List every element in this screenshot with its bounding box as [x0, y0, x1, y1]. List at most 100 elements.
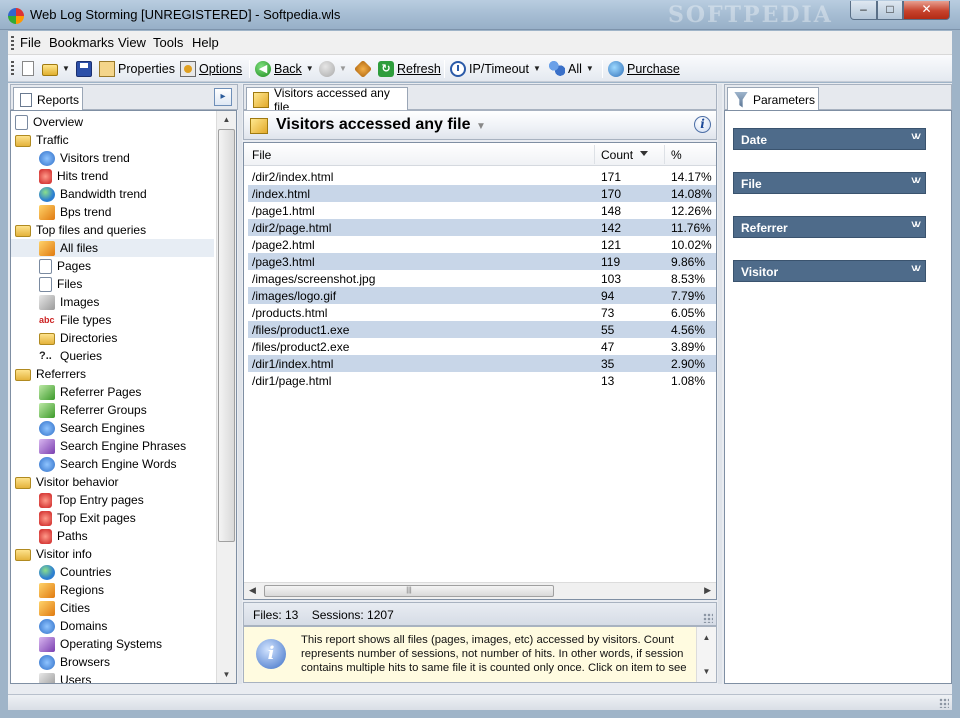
table-row[interactable]: /page1.html 148 12.26% — [248, 202, 716, 219]
tree-item-visitor-behavior[interactable]: Visitor behavior — [11, 473, 214, 491]
table-row[interactable]: /index.html 170 14.08% — [248, 185, 716, 202]
table-row[interactable]: /dir1/page.html 13 1.08% — [248, 372, 716, 389]
home-button[interactable] — [353, 59, 373, 78]
tree-item-search-engine-words[interactable]: Search Engine Words — [11, 455, 214, 473]
resize-grip-icon[interactable] — [703, 613, 713, 623]
collapse-panel-button[interactable]: ▸ — [214, 88, 232, 106]
menu-file[interactable]: File — [20, 35, 41, 50]
tree-item-referrers[interactable]: Referrers — [11, 365, 214, 383]
options-button[interactable]: Options — [180, 59, 242, 78]
tab-parameters[interactable]: Parameters — [727, 87, 819, 111]
help-scrollbar[interactable]: ▲ ▼ — [696, 627, 716, 682]
tree-item-all-files[interactable]: All files — [11, 239, 214, 257]
close-button[interactable]: ✕ — [903, 1, 950, 20]
table-row[interactable]: /products.html 73 6.05% — [248, 304, 716, 321]
expand-chevron-icon[interactable]: ˅˅ — [911, 263, 921, 275]
scroll-down-icon[interactable]: ▼ — [217, 666, 236, 683]
tree-item-pages[interactable]: Pages — [11, 257, 214, 275]
tree-item-bps-trend[interactable]: Bps trend — [11, 203, 214, 221]
scroll-left-icon[interactable]: ◀ — [249, 585, 256, 596]
tree-item-paths[interactable]: Paths — [11, 527, 214, 545]
tree-item-queries[interactable]: ?.. Queries — [11, 347, 214, 365]
tree-item-top-files-and-queries[interactable]: Top files and queries — [11, 221, 214, 239]
menu-view[interactable]: View — [118, 35, 146, 50]
right-splitter[interactable] — [718, 84, 722, 684]
purchase-button[interactable]: Purchase — [608, 59, 680, 78]
tree-item-top-exit-pages[interactable]: Top Exit pages — [11, 509, 214, 527]
tree-item-directories[interactable]: Directories — [11, 329, 214, 347]
table-row[interactable]: /dir2/page.html 142 11.76% — [248, 219, 716, 236]
table-row[interactable]: /images/logo.gif 94 7.79% — [248, 287, 716, 304]
all-filter-button[interactable]: All ▼ — [549, 59, 594, 78]
column-count[interactable]: Count — [601, 148, 633, 162]
maximize-button[interactable]: □ — [877, 1, 903, 20]
forward-button[interactable]: ▼ — [319, 59, 347, 78]
scroll-down-icon[interactable]: ▼ — [697, 663, 716, 680]
tree-item-browsers[interactable]: Browsers — [11, 653, 214, 671]
tree-item-domains[interactable]: Domains — [11, 617, 214, 635]
tree-item-referrer-groups[interactable]: Referrer Groups — [11, 401, 214, 419]
tree-item-overview[interactable]: Overview — [11, 113, 214, 131]
properties-button[interactable]: Properties — [99, 59, 175, 78]
back-button[interactable]: ◀ Back ▼ — [255, 59, 314, 78]
table-row[interactable]: /files/product1.exe 55 4.56% — [248, 321, 716, 338]
tree-item-referrer-pages[interactable]: Referrer Pages — [11, 383, 214, 401]
param-referrer[interactable]: Referrer ˅˅ — [733, 216, 926, 238]
column-divider[interactable] — [594, 145, 595, 164]
info-icon[interactable]: i — [694, 116, 711, 133]
save-button[interactable] — [76, 59, 92, 78]
scrollbar-thumb[interactable] — [218, 129, 235, 542]
column-percent[interactable]: % — [671, 148, 682, 162]
tree-item-visitors-trend[interactable]: Visitors trend — [11, 149, 214, 167]
tree-item-hits-trend[interactable]: Hits trend — [11, 167, 214, 185]
ip-timeout-button[interactable]: IP/Timeout ▼ — [450, 59, 541, 78]
tree-item-visitor-info[interactable]: Visitor info — [11, 545, 214, 563]
scroll-up-icon[interactable]: ▲ — [697, 629, 716, 646]
table-row[interactable]: /dir2/index.html 171 14.17% — [248, 168, 716, 185]
tree-item-countries[interactable]: Countries — [11, 563, 214, 581]
tree-scrollbar[interactable]: ▲ ▼ — [216, 111, 236, 683]
tree-item-operating-systems[interactable]: Operating Systems — [11, 635, 214, 653]
resize-grip-icon[interactable] — [939, 698, 949, 708]
table-row[interactable]: /files/product2.exe 47 3.89% — [248, 338, 716, 355]
menu-grip[interactable] — [11, 36, 14, 50]
expand-chevron-icon[interactable]: ˅˅ — [911, 131, 921, 143]
tree-item-file-types[interactable]: abc File types — [11, 311, 214, 329]
left-splitter[interactable] — [238, 84, 242, 684]
tree-item-bandwidth-trend[interactable]: Bandwidth trend — [11, 185, 214, 203]
param-visitor[interactable]: Visitor ˅˅ — [733, 260, 926, 282]
tree-item-top-entry-pages[interactable]: Top Entry pages — [11, 491, 214, 509]
column-divider[interactable] — [664, 145, 665, 164]
param-file[interactable]: File ˅˅ — [733, 172, 926, 194]
menu-help[interactable]: Help — [192, 35, 219, 50]
tree-item-search-engines[interactable]: Search Engines — [11, 419, 214, 437]
tree-item-cities[interactable]: Cities — [11, 599, 214, 617]
refresh-button[interactable]: ↻ Refresh — [378, 59, 441, 78]
tab-reports[interactable]: Reports — [13, 87, 83, 111]
tree-item-users[interactable]: Users — [11, 671, 214, 683]
column-file[interactable]: File — [252, 148, 271, 162]
new-button[interactable] — [22, 59, 34, 78]
tree-item-files[interactable]: Files — [11, 275, 214, 293]
scroll-up-icon[interactable]: ▲ — [217, 111, 236, 128]
tab-visitors-accessed-any-file[interactable]: Visitors accessed any file — [246, 86, 408, 114]
title-dropdown-icon[interactable]: ▼ — [476, 121, 486, 132]
table-row[interactable]: /images/screenshot.jpg 103 8.53% — [248, 270, 716, 287]
expand-chevron-icon[interactable]: ˅˅ — [911, 219, 921, 231]
open-button[interactable]: ▼ — [42, 59, 70, 78]
grid-hscrollbar[interactable]: ◀ ||| ▶ — [244, 582, 716, 599]
tree-item-search-engine-phrases[interactable]: Search Engine Phrases — [11, 437, 214, 455]
tree-item-images[interactable]: Images — [11, 293, 214, 311]
menu-bookmarks[interactable]: Bookmarks — [49, 35, 114, 50]
table-row[interactable]: /page3.html 119 9.86% — [248, 253, 716, 270]
tree-item-regions[interactable]: Regions — [11, 581, 214, 599]
hscroll-thumb[interactable]: ||| — [264, 585, 554, 597]
table-row[interactable]: /dir1/index.html 35 2.90% — [248, 355, 716, 372]
menu-tools[interactable]: Tools — [153, 35, 183, 50]
scroll-right-icon[interactable]: ▶ — [704, 585, 711, 596]
expand-chevron-icon[interactable]: ˅˅ — [911, 175, 921, 187]
table-row[interactable]: /page2.html 121 10.02% — [248, 236, 716, 253]
toolbar-grip[interactable] — [11, 61, 14, 76]
param-date[interactable]: Date ˅˅ — [733, 128, 926, 150]
tree-item-traffic[interactable]: Traffic — [11, 131, 214, 149]
